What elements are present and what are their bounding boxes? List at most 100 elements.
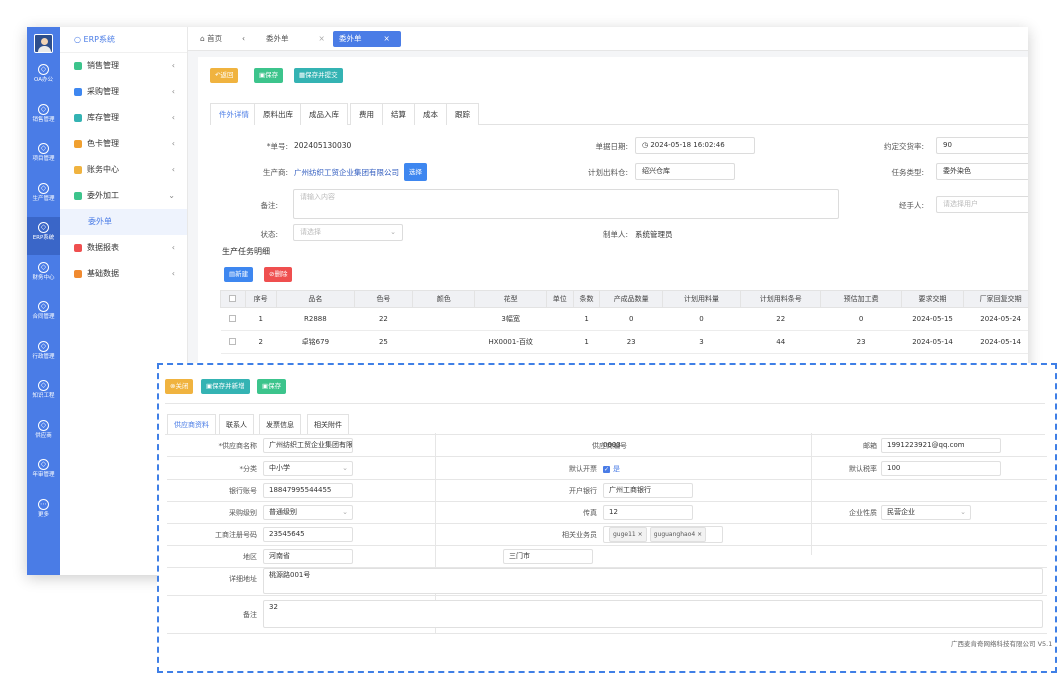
date-field[interactable]: ◷ 2024-05-18 16:02:46 [635, 137, 755, 154]
rail-item[interactable]: ◇ 供应商 [27, 415, 60, 453]
city-select[interactable]: 三门市 [503, 549, 593, 564]
close-icon[interactable]: × [384, 34, 390, 43]
email-input[interactable]: 1991223921@qq.com [881, 438, 1001, 453]
rate-input[interactable]: 90 [936, 137, 1028, 154]
province-select[interactable]: 河南省 [263, 549, 353, 564]
detail-tab[interactable]: 费用 [350, 103, 383, 125]
table-row[interactable]: 1 R2888 22 3幅宽 1 0 0 22 0 2024-05-15 2024-05-24 [220, 307, 1028, 331]
rail-item[interactable]: ◇ 合同管理 [27, 296, 60, 334]
chevron-down-icon: ⌄ [342, 508, 348, 516]
table-cell: 3幅宽 [474, 307, 547, 331]
menu-icon [74, 62, 82, 70]
bank-input[interactable]: 广州工商银行 [603, 483, 693, 498]
column-header: 要求交期 [900, 290, 965, 308]
nature-select[interactable]: 民营企业 ⌄ [881, 505, 971, 520]
category-select[interactable]: 中小学 ⌄ [263, 461, 353, 476]
sidebar-header[interactable]: ○ ERP系统 [60, 27, 187, 53]
task-type-select[interactable]: 委外染色 [936, 163, 1028, 180]
column-header: 条数 [572, 290, 601, 308]
form-row-3: 银行账号 18847995544455 开户银行 广州工商银行 [167, 480, 1047, 502]
sidebar-item[interactable]: 委外加工 ⌄ [60, 183, 187, 209]
table-cell: 1 [573, 330, 600, 354]
bank-account-input[interactable]: 18847995544455 [263, 483, 353, 498]
popup-save-button[interactable]: ▣保存 [257, 379, 287, 394]
avatar[interactable] [34, 34, 53, 53]
close-button[interactable]: ⊗关闭 [165, 379, 194, 394]
license-input[interactable]: 23545645 [263, 527, 353, 542]
level-label: 采购级别 [229, 509, 257, 517]
status-select[interactable]: 请选择 ⌄ [293, 224, 403, 241]
back-button[interactable]: ↶返回 [210, 68, 239, 83]
tab-outsource-1[interactable]: 委外单 × [260, 31, 331, 47]
tab-outsource-2[interactable]: 委外单 × [333, 31, 401, 47]
rail-item[interactable]: ⋯ 更多 [27, 494, 60, 532]
detail-tab[interactable]: 跟踪 [446, 103, 479, 125]
save-new-button[interactable]: ▣保存并新增 [201, 379, 250, 394]
fax-input[interactable]: 12 [603, 505, 693, 520]
sidebar-item[interactable]: 销售管理 ‹ [60, 53, 187, 79]
popup-tab[interactable]: 相关附件 [307, 414, 349, 434]
close-icon[interactable]: × [319, 34, 325, 43]
default-invoice-checkbox[interactable]: ✓ 是 [603, 464, 620, 474]
salesman-tag[interactable]: guge11 × [609, 527, 647, 542]
sidebar-item[interactable]: 库存管理 ‹ [60, 105, 187, 131]
supplier-name-input[interactable]: 广州纺织工贸企业集团有限 [263, 438, 353, 453]
close-icon[interactable]: × [697, 531, 702, 538]
select-all-checkbox[interactable] [229, 294, 237, 302]
sidebar-item-label: 采购管理 [87, 87, 119, 96]
detail-tab[interactable]: 件外详情 [210, 103, 258, 125]
remark-textarea[interactable]: 32 [263, 600, 1043, 628]
form-row-1: *供应商名称 广州纺织工贸企业集团有限 供应商编号 0003 邮箱 199122… [167, 434, 1047, 457]
table-cell: 0 [662, 307, 741, 331]
home-tab[interactable]: ⌂ 首页 [194, 31, 228, 47]
sidebar-item[interactable]: 采购管理 ‹ [60, 79, 187, 105]
delete-row-button[interactable]: ⊘删除 [264, 267, 293, 282]
rail-item[interactable]: ◇ 知识工程 [27, 375, 60, 413]
row-checkbox[interactable] [229, 314, 237, 322]
order-no-value: 202405130030 [294, 141, 352, 150]
detail-tab[interactable]: 原料出库 [254, 103, 302, 125]
warehouse-input[interactable]: 绍兴仓库 [635, 163, 735, 180]
sidebar-item[interactable]: 基础数据 ‹ [60, 261, 187, 287]
row-checkbox[interactable] [229, 337, 237, 345]
table-cell: 2024-05-15 [901, 307, 964, 331]
sidebar-item[interactable]: 色卡管理 ‹ [60, 131, 187, 157]
new-row-button[interactable]: ▤新建 [224, 267, 254, 282]
level-select[interactable]: 普通级别 ⌄ [263, 505, 353, 520]
close-icon[interactable]: × [638, 531, 643, 538]
save-button[interactable]: ▣保存 [254, 68, 284, 83]
rail-item[interactable]: ◇ 项目管理 [27, 138, 60, 176]
back-arrow-icon[interactable]: ‹ [236, 31, 251, 47]
table-row[interactable]: 2 卓铭679 25 HX0001-百纹 1 23 3 44 23 2024-05-14 2024-… [220, 330, 1028, 354]
detail-tab[interactable]: 成品入库 [300, 103, 348, 125]
sidebar-item[interactable]: 委外单 [60, 209, 187, 235]
rail-item[interactable]: ◇ 生产管理 [27, 178, 60, 216]
save-submit-button[interactable]: ▦保存并提交 [294, 68, 343, 83]
note-textarea[interactable]: 请输入内容 [293, 189, 839, 219]
address-textarea[interactable]: 桃源路001号 [263, 568, 1043, 594]
detail-tab[interactable]: 成本 [414, 103, 447, 125]
supplier-name-label: *供应商名称 [218, 442, 258, 450]
salesman-select[interactable]: guge11 × guguanghao4 × [603, 526, 723, 543]
rail-item[interactable]: ◇ 销售管理 [27, 99, 60, 137]
choose-button[interactable]: 选择 [404, 163, 427, 181]
rail-item[interactable]: ◇ 财务中心 [27, 257, 60, 295]
sidebar-item[interactable]: 数据报表 ‹ [60, 235, 187, 261]
salesman-tag[interactable]: guguanghao4 × [649, 527, 707, 542]
rail-item[interactable]: ◇ ERP系统 [27, 217, 60, 255]
rail-label: 年审管理 [32, 472, 55, 478]
rail-item[interactable]: ◇ 年审管理 [27, 454, 60, 492]
rail-item[interactable]: ◇ OA办公 [27, 59, 60, 97]
menu-icon [74, 114, 82, 122]
handler-select[interactable]: 请选择用户 [936, 196, 1028, 213]
rail-item[interactable]: ◇ 行政管理 [27, 336, 60, 374]
popup-tab[interactable]: 发票信息 [259, 414, 301, 434]
producer-value[interactable]: 广州纺织工贸企业集团有限公司 [294, 167, 399, 178]
detail-tab[interactable]: 结算 [382, 103, 415, 125]
sidebar-item[interactable]: 账务中心 ‹ [60, 157, 187, 183]
tax-rate-input[interactable]: 100 [881, 461, 1001, 476]
table-cell: 44 [740, 330, 821, 354]
popup-tab[interactable]: 供应商资料 [167, 414, 216, 434]
popup-tab[interactable]: 联系人 [219, 414, 254, 434]
note-label: 备注: [260, 201, 278, 210]
